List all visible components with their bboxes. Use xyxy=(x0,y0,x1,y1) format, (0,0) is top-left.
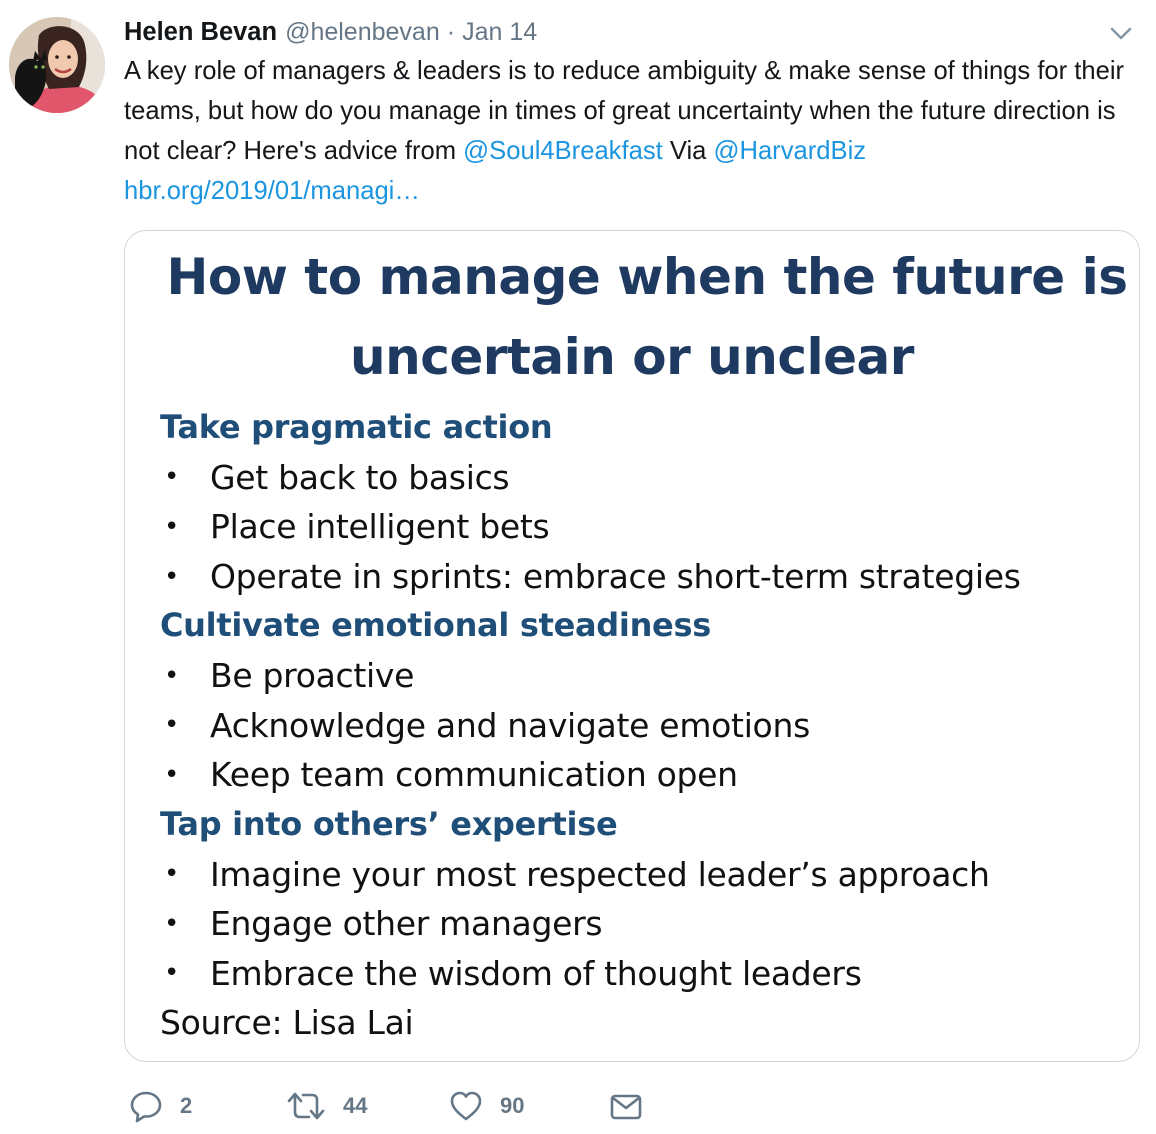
bullet-item: • Embrace the wisdom of thought leaders xyxy=(160,949,1120,999)
envelope-icon xyxy=(610,1094,642,1120)
tweet-actions: 2 44 90 xyxy=(0,1088,1156,1128)
bullet-item: • Keep team communication open xyxy=(160,750,1120,800)
bullet-item: • Engage other managers xyxy=(160,899,1120,949)
tweet-menu-button[interactable] xyxy=(1104,22,1138,46)
bullet-dot: • xyxy=(164,660,180,691)
bullet-item: • Place intelligent bets xyxy=(160,502,1120,552)
separator-dot: · xyxy=(446,18,456,46)
author-avatar[interactable] xyxy=(9,17,105,113)
bullet-dot: • xyxy=(164,462,180,493)
tweet-text-part: Via xyxy=(662,137,714,165)
bullet-text: Be proactive xyxy=(210,656,415,696)
section-heading: Tap into others’ expertise xyxy=(160,804,618,843)
bullet-dot: • xyxy=(164,561,180,592)
reply-button[interactable]: 2 xyxy=(128,1088,192,1124)
bullet-item: • Be proactive xyxy=(160,651,1120,701)
bullet-text: Operate in sprints: embrace short-term s… xyxy=(210,557,1021,597)
tweet-header: Helen Bevan @helenbevan · Jan 14 xyxy=(124,14,537,50)
tweet-date[interactable]: Jan 14 xyxy=(462,14,537,50)
mention-harvardbiz[interactable]: @HarvardBiz xyxy=(713,137,866,165)
bullet-text: Engage other managers xyxy=(210,904,603,944)
slide-body: Take pragmatic action • Get back to basic… xyxy=(160,403,1120,1048)
section-heading: Cultivate emotional steadiness xyxy=(160,606,711,645)
bullet-text: Place intelligent bets xyxy=(210,507,550,547)
chevron-down-icon xyxy=(1110,27,1132,40)
bullet-text: Get back to basics xyxy=(210,457,510,497)
bullet-text: Embrace the wisdom of thought leaders xyxy=(210,953,862,993)
article-link[interactable]: hbr.org/2019/01/managi… xyxy=(124,177,420,205)
retweet-button[interactable]: 44 xyxy=(285,1088,367,1124)
bullet-dot: • xyxy=(164,958,180,989)
slide-title: How to manage when the future is uncerta… xyxy=(125,237,1139,397)
bullet-dot: • xyxy=(164,908,180,939)
slide-source: Source: Lisa Lai xyxy=(160,1003,414,1043)
attached-image-card[interactable]: How to manage when the future is uncerta… xyxy=(124,230,1140,1062)
section-heading: Take pragmatic action xyxy=(160,408,553,446)
bullet-item: • Get back to basics xyxy=(160,453,1120,503)
bullet-dot: • xyxy=(164,511,180,542)
bullet-text: Imagine your most respected leader’s app… xyxy=(210,854,990,894)
slide-title-line: How to manage when the future is xyxy=(166,248,1128,306)
author-name[interactable]: Helen Bevan xyxy=(124,14,277,50)
like-count: 90 xyxy=(500,1093,525,1118)
bullet-text: Acknowledge and navigate emotions xyxy=(210,705,810,745)
bullet-item: • Operate in sprints: embrace short-term … xyxy=(160,552,1120,602)
tweet-text: A key role of managers & leaders is to r… xyxy=(124,51,1134,211)
reply-count: 2 xyxy=(180,1093,193,1118)
bullet-dot: • xyxy=(164,710,180,741)
author-handle[interactable]: @helenbevan xyxy=(285,14,440,50)
heart-icon xyxy=(450,1091,482,1121)
mention-soul4breakfast[interactable]: @Soul4Breakfast xyxy=(463,137,663,165)
like-button[interactable]: 90 xyxy=(448,1088,524,1124)
retweet-count: 44 xyxy=(343,1093,368,1118)
direct-message-button[interactable] xyxy=(608,1088,644,1124)
bullet-item: • Imagine your most respected leader’s ap… xyxy=(160,849,1120,899)
slide-title-line: uncertain or unclear xyxy=(350,328,914,386)
reply-bubble-icon xyxy=(130,1091,162,1123)
bullet-text: Keep team communication open xyxy=(210,755,738,795)
bullet-dot: • xyxy=(164,859,180,890)
retweet-icon xyxy=(287,1092,325,1120)
bullet-dot: • xyxy=(164,759,180,790)
bullet-item: • Acknowledge and navigate emotions xyxy=(160,701,1120,751)
